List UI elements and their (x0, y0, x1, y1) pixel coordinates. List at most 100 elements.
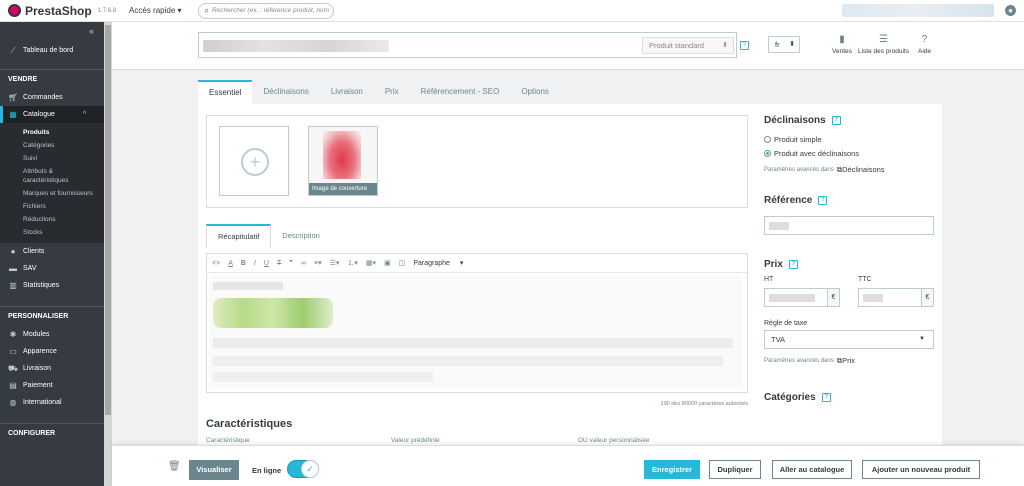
online-toggle[interactable]: ✓ (287, 460, 319, 478)
tab-seo[interactable]: Référencement - SEO (410, 80, 511, 104)
sidebar-item-sav[interactable]: ▬ SAV (0, 260, 104, 277)
tab-variants[interactable]: Déclinaisons (252, 80, 319, 104)
add-new-product-button[interactable]: Ajouter un nouveau produit (862, 460, 980, 479)
sidebar-label: Catalogue (23, 111, 55, 118)
sidebar-label: Tableau de bord (23, 47, 74, 54)
tab-options[interactable]: Options (510, 80, 560, 104)
tab-price[interactable]: Prix (374, 80, 410, 104)
right-column: Déclinaisons ? Produit simple Produit av… (764, 104, 936, 403)
reference-input[interactable] (764, 216, 934, 235)
help-icon[interactable]: ? (831, 116, 841, 125)
table-icon[interactable]: ▦▾ (366, 259, 376, 267)
sidebar-item-orders[interactable]: 🛒︎ Commandes (0, 89, 104, 106)
sidebar-item-dashboard[interactable]: ⟋ Tableau de bord (0, 42, 104, 59)
radio-simple-product[interactable]: Produit simple (764, 135, 936, 144)
rich-text-editor[interactable]: <> A B I U T ❞ ∞ ≡▾ ☰▾ ⒈▾ ▦▾ ▣ ◫ Paragra… (206, 253, 748, 393)
add-image-dropzone[interactable]: + (219, 126, 289, 196)
sidebar-scrollbar-thumb[interactable] (105, 25, 111, 415)
globe-icon: ◍ (9, 398, 17, 407)
italic-icon[interactable]: I (254, 260, 256, 267)
preview-button[interactable]: Visualiser (189, 460, 239, 480)
categories-title: Catégories (764, 392, 816, 403)
price-heading: Prix ? (764, 259, 936, 270)
prestashop-logo[interactable]: PrestaShop (8, 4, 92, 18)
sidebar-item-shipping[interactable]: ⛟ Livraison (0, 360, 104, 377)
price-ht-input[interactable]: € (764, 288, 840, 307)
tab-summary[interactable]: Récapitulatif (206, 224, 272, 248)
sidebar-item-appearance[interactable]: ▭ Apparence (0, 343, 104, 360)
numbered-list-icon[interactable]: ⒈▾ (347, 258, 358, 268)
link-icon[interactable]: ∞ (301, 260, 306, 267)
underline-icon[interactable]: U (264, 260, 269, 267)
price-link[interactable]: ⧉Prix (837, 356, 855, 366)
editor-line (213, 282, 283, 290)
help-icon[interactable]: ? (821, 393, 831, 402)
tax-rule-select[interactable]: TVA ▼ (764, 330, 934, 349)
sidebar-label: Modules (23, 331, 50, 338)
help-button[interactable]: ? Aide (918, 34, 931, 55)
product-type-value: Produit standard (649, 41, 705, 50)
sales-label: Ventes (832, 48, 852, 55)
quick-access-button[interactable]: Accès rapide ▾ (129, 6, 182, 15)
go-to-catalog-button[interactable]: Aller au catalogue (772, 460, 852, 479)
editor-image (213, 298, 333, 328)
tab-description[interactable]: Description (271, 224, 331, 248)
bold-icon[interactable]: B (241, 260, 246, 267)
product-type-select[interactable]: Produit standard ⬍ (642, 37, 734, 54)
collapse-sidebar-icon[interactable]: « (89, 26, 94, 36)
strikethrough-icon[interactable]: T (277, 260, 281, 267)
product-name-value (203, 40, 389, 52)
variants-title: Déclinaisons (764, 115, 826, 126)
code-icon[interactable]: <> (212, 260, 220, 267)
submenu-discounts[interactable]: Réductions (0, 213, 104, 226)
product-list-button[interactable]: ☰ Liste des produits (858, 34, 909, 55)
profile-icon[interactable]: ● (1005, 5, 1016, 16)
sales-button[interactable]: ▮ Ventes (832, 34, 852, 55)
editor-body[interactable] (209, 276, 743, 388)
submenu-stocks[interactable]: Stocks (0, 226, 104, 239)
sidebar-item-payment[interactable]: ▤ Paiement (0, 377, 104, 394)
search-input[interactable]: ⌕ Rechercher (ex. : référence produit, n… (197, 2, 334, 19)
help-icon[interactable]: ? (788, 260, 798, 269)
variants-link[interactable]: ⧉Déclinaisons (837, 165, 885, 175)
save-button[interactable]: Enregistrer (644, 460, 700, 479)
trash-icon[interactable]: 🗑︎ (168, 461, 181, 472)
image-icon[interactable]: ▣ (384, 259, 391, 267)
help-icon[interactable]: ? (740, 41, 749, 50)
submenu-attributes[interactable]: Attributs & caractéristiques (0, 165, 104, 187)
quote-icon[interactable]: ❞ (289, 259, 293, 267)
cover-image[interactable]: Image de couverture (308, 126, 378, 196)
sidebar-item-catalog[interactable]: ▦ Catalogue ^ (0, 106, 104, 123)
tab-essential[interactable]: Essentiel (198, 80, 253, 104)
help-icon[interactable]: ? (818, 196, 828, 205)
sidebar-label: Apparence (23, 348, 57, 355)
adv-label: Paramètres avancés dans (764, 167, 834, 173)
radio-product-with-variants[interactable]: Produit avec déclinaisons (764, 149, 936, 158)
sidebar-item-stats[interactable]: ▥ Statistiques (0, 277, 104, 294)
chevron-up-icon: ^ (82, 111, 87, 118)
text-color-icon[interactable]: A (228, 260, 233, 267)
tab-shipping[interactable]: Livraison (320, 80, 374, 104)
submenu-categories[interactable]: Catégories (0, 139, 104, 152)
editor-line (213, 338, 733, 348)
shop-banner (842, 4, 994, 17)
duplicate-button[interactable]: Dupliquer (709, 460, 761, 479)
editor-line (213, 372, 433, 382)
language-select[interactable]: fr ⬍ (768, 36, 800, 53)
sidebar-label: Clients (23, 248, 45, 255)
submenu-products[interactable]: Produits (0, 126, 104, 139)
media-icon[interactable]: ◫ (399, 259, 406, 267)
reference-heading: Référence ? (764, 195, 936, 206)
chart-icon: ▥ (9, 281, 17, 290)
align-icon[interactable]: ≡▾ (314, 259, 322, 267)
format-select[interactable]: Paragraphe ▾ (413, 259, 463, 267)
submenu-files[interactable]: Fichiers (0, 200, 104, 213)
sidebar-item-international[interactable]: ◍ International (0, 394, 104, 411)
sidebar-item-modules[interactable]: ✱ Modules (0, 326, 104, 343)
price-ttc-input[interactable]: € (858, 288, 934, 307)
submenu-tracking[interactable]: Suivi (0, 152, 104, 165)
submenu-brands[interactable]: Marques et fournisseurs (0, 187, 104, 200)
bullet-list-icon[interactable]: ☰▾ (330, 259, 340, 267)
trending-icon: ⟋ (10, 45, 16, 55)
sidebar-item-clients[interactable]: ● Clients (0, 243, 104, 260)
